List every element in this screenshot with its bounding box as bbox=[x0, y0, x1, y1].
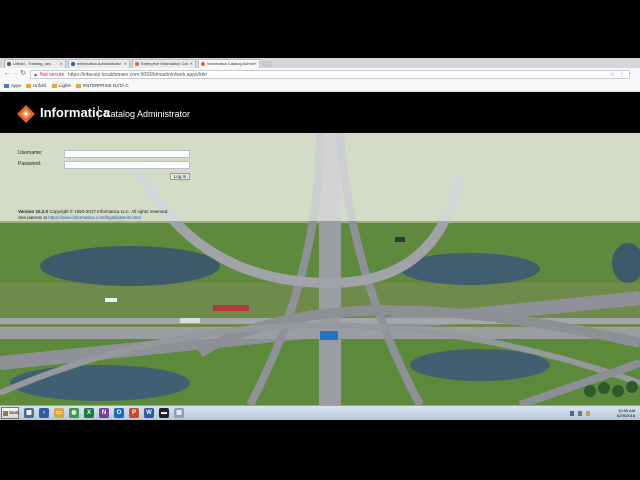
username-label: Username: bbox=[18, 150, 43, 156]
onenote-icon[interactable]: N bbox=[99, 408, 109, 418]
bookmark-ligble[interactable]: Ligble bbox=[52, 82, 71, 90]
address-bar[interactable]: ▲ Not secure https://infaceip.localdomai… bbox=[30, 70, 630, 79]
tab-strip: Unfold - Training_ses ✕ Informatica Admi… bbox=[0, 58, 640, 68]
taskbar: Start ▦ › ▭ ◉ X N O P W ▬ ▤ 10:55 AM 6/29/2018 bbox=[0, 405, 640, 420]
document-icon[interactable]: ▤ bbox=[174, 408, 184, 418]
clock[interactable]: 10:55 AM 6/29/2018 bbox=[617, 408, 635, 418]
reload-icon[interactable]: ↻ bbox=[19, 70, 27, 78]
tab-label: Enterprise Information Cat bbox=[141, 61, 188, 66]
powerpoint-icon[interactable]: P bbox=[129, 408, 139, 418]
bookmark-label: ENTERPRISE DATA C bbox=[83, 83, 129, 88]
favicon-icon bbox=[7, 62, 11, 66]
excel-icon[interactable]: X bbox=[84, 408, 94, 418]
version-label: Version bbox=[18, 209, 35, 214]
tab-enterprise-information-catalog[interactable]: Enterprise Information Cat ✕ bbox=[132, 59, 196, 68]
informatica-logo-icon bbox=[17, 105, 35, 123]
login-panel: Username: Password: Log In Version 10.2.… bbox=[0, 133, 640, 221]
star-icon[interactable]: ☆ bbox=[610, 71, 615, 79]
warning-icon: ▲ bbox=[33, 72, 38, 78]
brand-divider bbox=[98, 106, 99, 120]
bookmark-enterprise-data[interactable]: ENTERPRISE DATA C bbox=[76, 82, 129, 90]
folder-icon bbox=[26, 84, 31, 88]
favicon-icon bbox=[71, 62, 75, 66]
bookmark-apps[interactable]: Apps bbox=[4, 82, 21, 90]
background-photo: Username: Password: Log In Version 10.2.… bbox=[0, 133, 640, 405]
tab-label: Informatica Administrator bbox=[77, 61, 122, 66]
flag-icon[interactable] bbox=[586, 411, 590, 416]
clock-date: 6/29/2018 bbox=[617, 413, 635, 418]
explorer-icon[interactable]: ▭ bbox=[54, 408, 64, 418]
app-header: Informatica Catalog Administrator bbox=[0, 92, 640, 133]
app-title: Catalog Administrator bbox=[104, 109, 191, 119]
tab-unfold[interactable]: Unfold - Training_ses ✕ bbox=[4, 59, 66, 68]
tab-catalog-administrator[interactable]: Informatica Catalog Admin ✕ bbox=[198, 59, 260, 68]
menu-icon[interactable]: ⋮ bbox=[619, 71, 625, 79]
windows-logo-icon bbox=[3, 411, 8, 416]
start-button[interactable]: Start bbox=[1, 407, 19, 419]
patents-link[interactable]: https://www.informatica.com/legal/patent… bbox=[48, 215, 141, 220]
favicon-icon bbox=[135, 62, 139, 66]
bookmark-label: Ligble bbox=[59, 83, 72, 88]
command-prompt-icon[interactable]: ▬ bbox=[159, 408, 169, 418]
tab-label: Informatica Catalog Admin bbox=[207, 61, 254, 66]
close-icon[interactable]: ✕ bbox=[190, 60, 193, 68]
bookmark-label: Unfold bbox=[33, 83, 47, 88]
patents-prefix: See patents at bbox=[18, 215, 48, 220]
url-text[interactable]: https://infaceip.localdomain.com:9093/ld… bbox=[68, 71, 207, 79]
username-input[interactable] bbox=[64, 150, 190, 158]
network-icon[interactable] bbox=[570, 411, 574, 416]
back-arrow-icon[interactable]: ← bbox=[3, 70, 11, 78]
start-label: Start bbox=[9, 410, 19, 415]
tab-informatica-administrator[interactable]: Informatica Administrator ✕ bbox=[68, 59, 130, 68]
powershell-icon[interactable]: › bbox=[39, 408, 49, 418]
brand-name: Informatica bbox=[40, 105, 111, 120]
new-tab-button[interactable] bbox=[262, 61, 272, 67]
browser-window: Unfold - Training_ses ✕ Informatica Admi… bbox=[0, 58, 640, 92]
word-icon[interactable]: W bbox=[144, 408, 154, 418]
volume-icon[interactable] bbox=[578, 411, 582, 416]
version-number: 10.2.0 bbox=[35, 209, 49, 214]
favicon-icon bbox=[201, 62, 205, 66]
forward-arrow-icon[interactable]: → bbox=[11, 70, 19, 78]
chrome-icon[interactable]: ◉ bbox=[69, 408, 79, 418]
password-input[interactable] bbox=[64, 161, 190, 169]
outlook-icon[interactable]: O bbox=[114, 408, 124, 418]
copyright-text: Copyright © 1993-2017 Informatica LLC. A… bbox=[49, 209, 169, 214]
folder-icon bbox=[52, 84, 57, 88]
tab-label: Unfold - Training_ses bbox=[13, 61, 51, 66]
apps-grid-icon bbox=[4, 84, 9, 88]
login-button[interactable]: Log In bbox=[170, 173, 190, 180]
close-icon[interactable]: ✕ bbox=[254, 60, 257, 68]
browser-toolbar: ← → ↻ ▲ Not secure https://infaceip.loca… bbox=[0, 68, 640, 81]
bookmark-unfold[interactable]: Unfold bbox=[26, 82, 46, 90]
server-manager-icon[interactable]: ▦ bbox=[24, 408, 34, 418]
system-tray: 10:55 AM 6/29/2018 bbox=[550, 407, 640, 420]
folder-icon bbox=[76, 84, 81, 88]
not-secure-label[interactable]: Not secure bbox=[40, 71, 64, 79]
close-icon[interactable]: ✕ bbox=[124, 60, 127, 68]
patents-info: See patents at https://www.informatica.c… bbox=[18, 215, 141, 221]
password-label: Password: bbox=[18, 161, 42, 167]
close-icon[interactable]: ✕ bbox=[60, 60, 63, 68]
bookmark-label: Apps bbox=[11, 83, 22, 88]
bookmarks-bar: Apps Unfold Ligble ENTERPRISE DATA C bbox=[0, 81, 640, 92]
